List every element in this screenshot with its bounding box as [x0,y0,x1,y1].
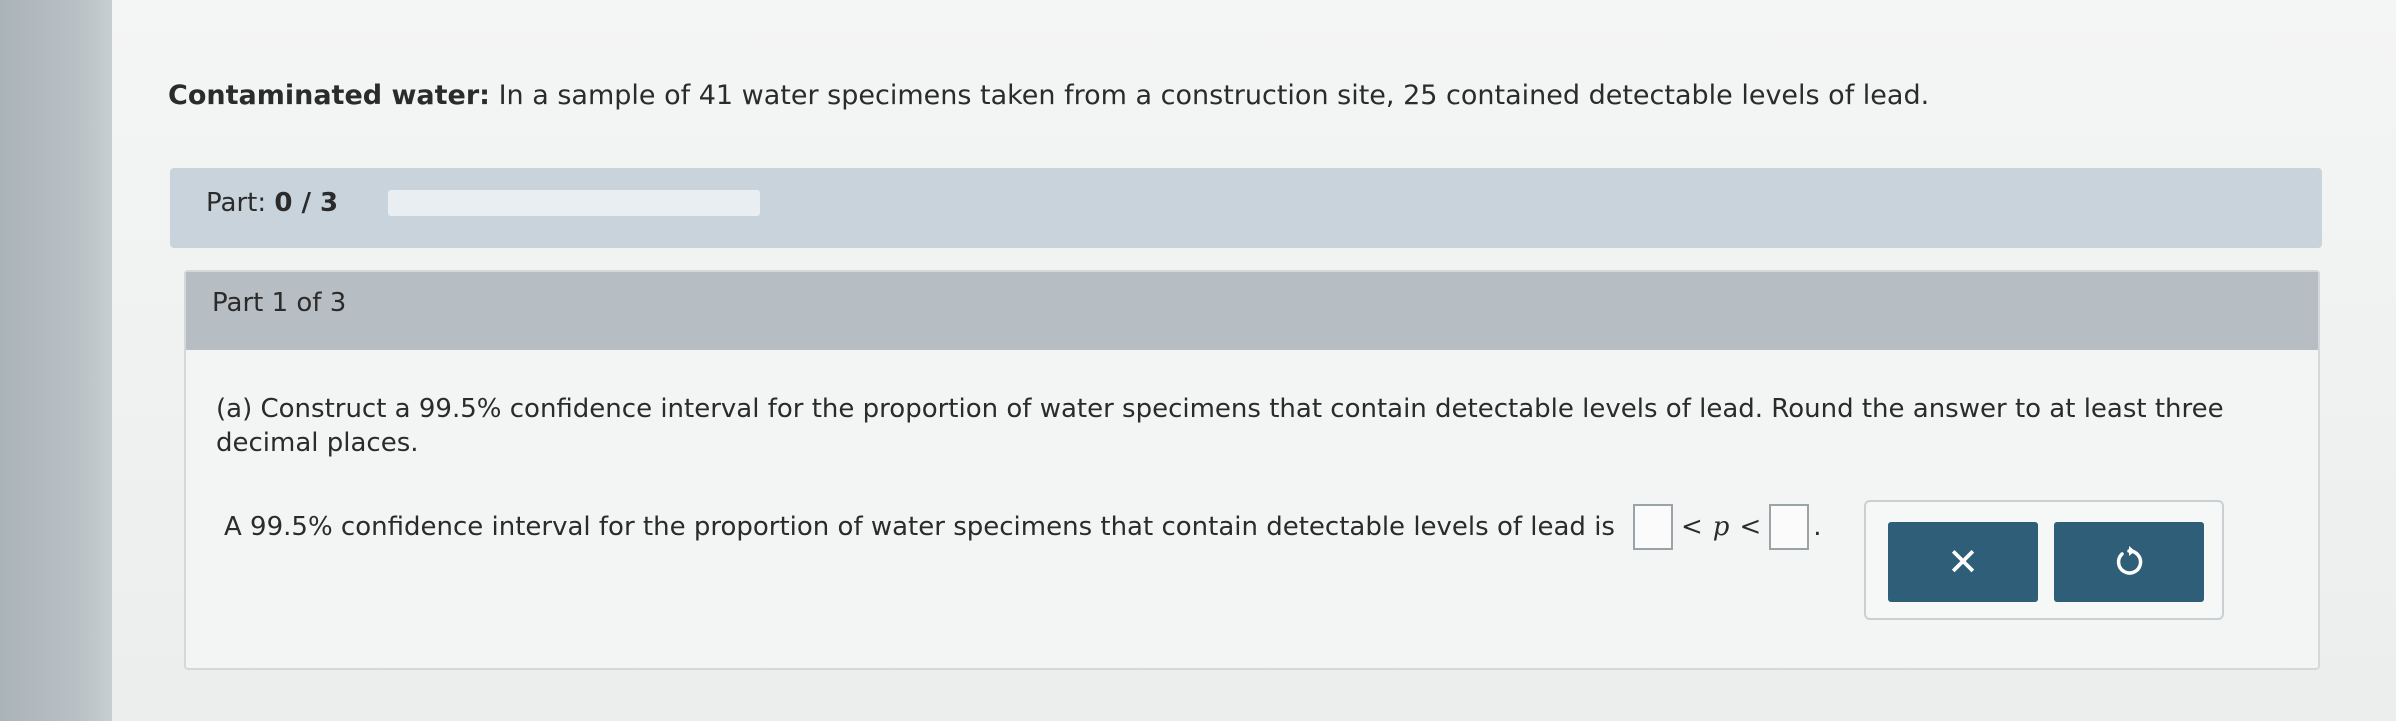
progress-label: Part: 0 / 3 [206,188,338,218]
less-than-symbol-2: < [1739,512,1762,542]
close-icon: ✕ [1947,540,1979,584]
lower-bound-input[interactable] [1632,504,1673,550]
part-header: Part 1 of 3 [186,272,2318,350]
progress-label-text: Part: [206,188,267,218]
answer-prefix: A 99.5% confidence interval for the prop… [224,512,1615,542]
proportion-variable: p [1712,512,1730,542]
problem-title: Contaminated water: [168,80,490,111]
progress-count: 0 / 3 [274,188,339,218]
progress-track [388,190,760,216]
undo-icon [2112,545,2146,579]
problem-text: In a sample of 41 water specimens taken … [498,80,1930,111]
action-buttons-frame: ✕ [1864,500,2224,620]
answer-line: A 99.5% confidence interval for the prop… [224,504,1822,550]
less-than-symbol: < [1680,512,1703,542]
part-header-title: Part 1 of 3 [212,288,347,318]
question-text: (a) Construct a 99.5% confidence interva… [216,394,2224,458]
answer-period: . [1813,512,1822,542]
part-progress-bar: Part: 0 / 3 [170,168,2322,248]
left-edge-background [0,0,112,721]
clear-button[interactable]: ✕ [1888,522,2038,602]
undo-button[interactable] [2054,522,2204,602]
upper-bound-input[interactable] [1769,504,1810,550]
problem-statement: Contaminated water: In a sample of 41 wa… [168,80,1929,111]
